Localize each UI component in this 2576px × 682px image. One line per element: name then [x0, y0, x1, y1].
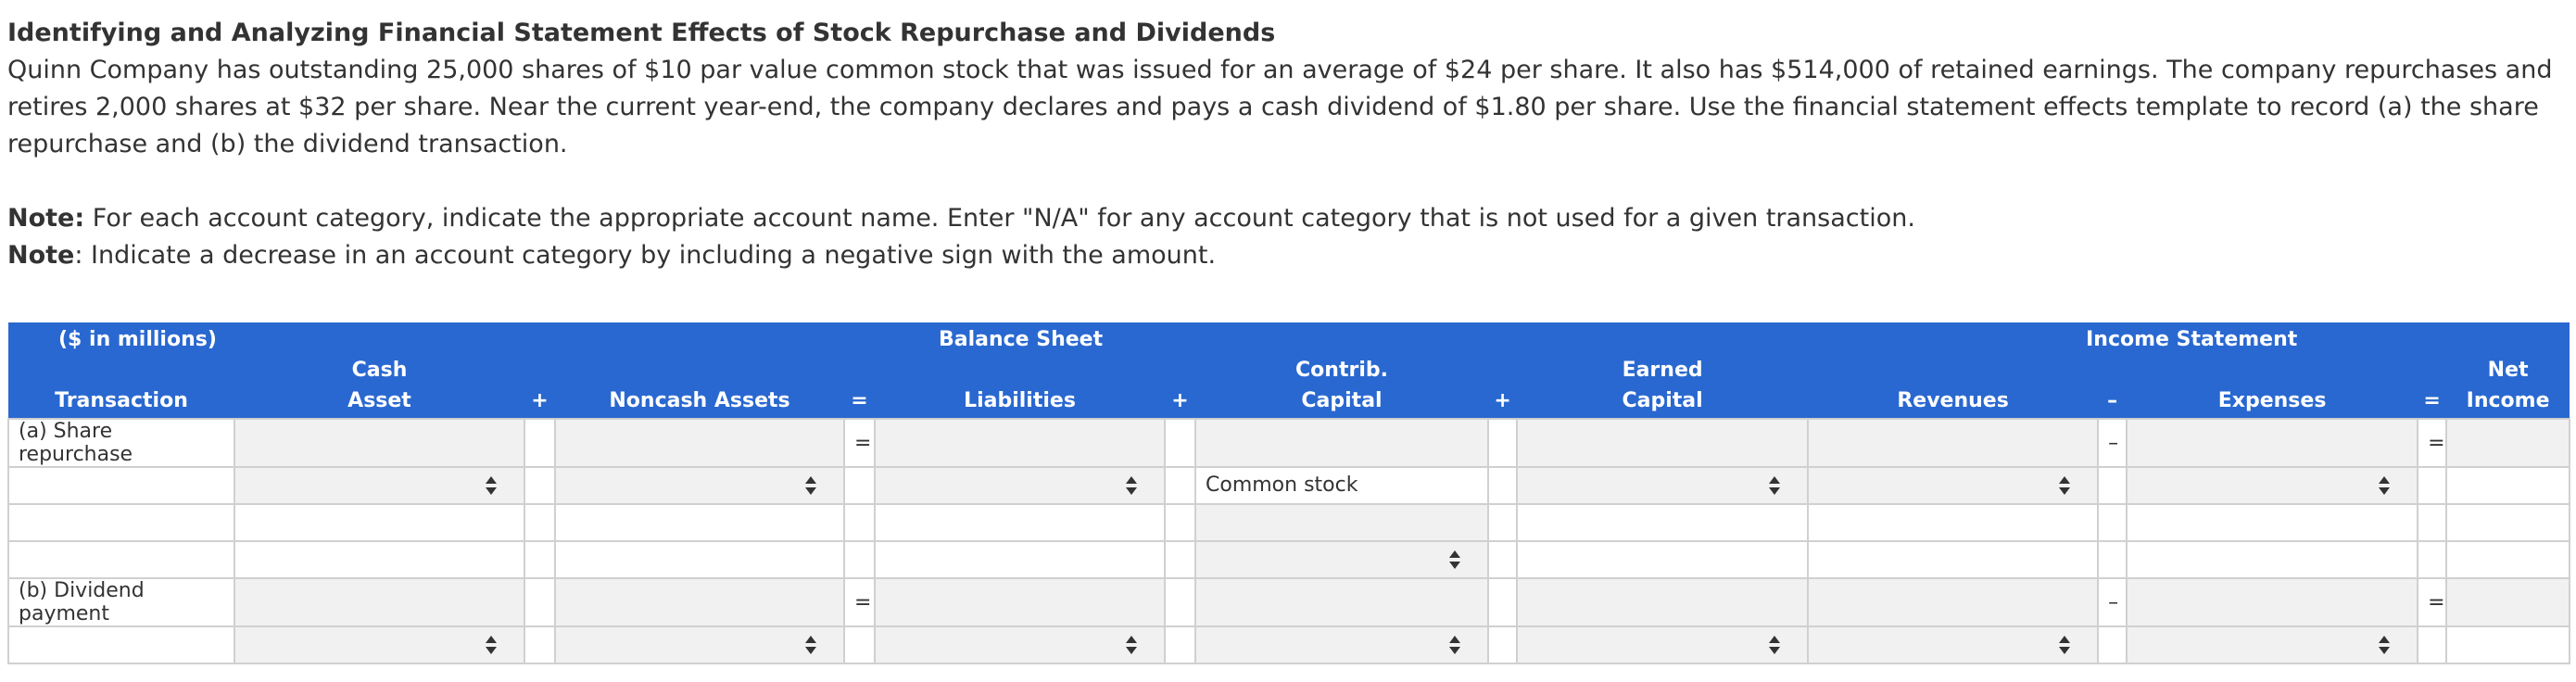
amount-input[interactable]	[1516, 577, 1810, 627]
col-net-income: Net Income	[2446, 355, 2570, 419]
op-plus: +	[1165, 355, 1195, 419]
units-label: ($ in millions)	[8, 322, 524, 355]
table-row	[7, 540, 2571, 579]
amount-input[interactable]	[874, 418, 1166, 468]
col-earned-capital: Earned Capital	[1517, 355, 1809, 419]
account-select[interactable]	[1807, 466, 2100, 505]
account-common-stock: Common stock	[1194, 466, 1489, 505]
account-select[interactable]	[1194, 540, 1489, 579]
op-equals: =	[2418, 355, 2447, 419]
select-arrows-icon	[2058, 636, 2071, 654]
select-arrows-icon	[485, 636, 498, 654]
select-arrows-icon	[1768, 636, 1781, 654]
table-row	[7, 503, 2571, 542]
table-row: Common stock	[7, 466, 2571, 505]
amount-input[interactable]	[874, 577, 1166, 627]
account-select[interactable]	[1516, 466, 1810, 505]
amount-input[interactable]	[2445, 418, 2571, 468]
account-select[interactable]	[2126, 625, 2419, 664]
op-plus: +	[524, 355, 555, 419]
col-expenses: Expenses	[2127, 355, 2418, 419]
account-select[interactable]	[1807, 625, 2100, 664]
amount-input[interactable]	[1807, 418, 2100, 468]
amount-input[interactable]	[1194, 503, 1489, 542]
account-select[interactable]	[1194, 625, 1489, 664]
amount-input[interactable]	[1516, 418, 1810, 468]
op-equals: =	[843, 577, 876, 627]
select-arrows-icon	[2378, 636, 2391, 654]
op-minus: –	[2097, 418, 2128, 468]
amount-input[interactable]	[2445, 577, 2571, 627]
select-arrows-icon	[1768, 476, 1781, 495]
amount-input[interactable]	[1807, 577, 2100, 627]
account-select[interactable]	[2126, 466, 2419, 505]
col-contrib-capital: Contrib. Capital	[1195, 355, 1488, 419]
balance-sheet-header: Balance Sheet	[524, 322, 1518, 355]
select-arrows-icon	[2378, 476, 2391, 495]
amount-input[interactable]	[554, 577, 845, 627]
col-transaction: Transaction	[8, 355, 234, 419]
col-noncash-assets: Noncash Assets	[555, 355, 844, 419]
op-equals: =	[2417, 577, 2448, 627]
note-label: Note	[7, 241, 75, 270]
note-text: For each account category, indicate the …	[84, 204, 1915, 233]
financial-statement-effects-template: ($ in millions) Balance Sheet Income Sta…	[7, 322, 2571, 664]
op-minus: –	[2098, 355, 2128, 419]
select-arrows-icon	[1125, 636, 1138, 654]
amount-input[interactable]	[554, 418, 845, 468]
note-text: : Indicate a decrease in an account cate…	[74, 241, 1217, 270]
note-account-names: Note: For each account category, indicat…	[7, 200, 2569, 237]
amount-input[interactable]	[234, 577, 525, 627]
select-arrows-icon	[485, 476, 498, 495]
header-row-top: ($ in millions) Balance Sheet Income Sta…	[8, 322, 2570, 355]
problem-title: Identifying and Analyzing Financial Stat…	[7, 19, 1276, 47]
header-row-columns: Transaction Cash Asset + Noncash Assets =…	[8, 355, 2570, 419]
op-equals: =	[2417, 418, 2448, 468]
amount-input[interactable]	[2126, 418, 2419, 468]
amount-input[interactable]	[1194, 418, 1489, 468]
note-label: Note:	[7, 204, 85, 233]
select-arrows-icon	[1448, 636, 1461, 654]
select-arrows-icon	[804, 476, 817, 495]
op-minus: –	[2097, 577, 2128, 627]
amount-input[interactable]	[2126, 577, 2419, 627]
table-row	[7, 625, 2571, 664]
account-select[interactable]	[234, 625, 525, 664]
note-negative-sign: Note: Indicate a decrease in an account …	[7, 237, 2569, 274]
account-select[interactable]	[874, 625, 1166, 664]
account-select[interactable]	[234, 466, 525, 505]
account-select[interactable]	[554, 466, 845, 505]
problem-statement: Identifying and Analyzing Financial Stat…	[7, 15, 2569, 274]
col-cash-asset: Cash Asset	[234, 355, 524, 419]
op-plus: +	[1488, 355, 1518, 419]
transaction-label-b: (b) Dividend payment	[7, 577, 235, 627]
op-equals: =	[844, 355, 875, 419]
table-row: (b) Dividend payment = – =	[7, 577, 2571, 627]
select-arrows-icon	[804, 636, 817, 654]
select-arrows-icon	[1125, 476, 1138, 495]
problem-body: Quinn Company has outstanding 25,000 sha…	[7, 56, 2553, 158]
transaction-label-a: (a) Share repurchase	[7, 418, 235, 468]
col-revenues: Revenues	[1808, 355, 2099, 419]
account-select[interactable]	[874, 466, 1166, 505]
select-arrows-icon	[1448, 550, 1461, 569]
table-row: (a) Share repurchase = – =	[7, 418, 2571, 468]
col-liabilities: Liabilities	[875, 355, 1165, 419]
income-statement-header: Income Statement	[1808, 322, 2570, 355]
account-select[interactable]	[554, 625, 845, 664]
account-select[interactable]	[1516, 625, 1810, 664]
select-arrows-icon	[2058, 476, 2071, 495]
amount-input[interactable]	[1194, 577, 1489, 627]
amount-input[interactable]	[234, 418, 525, 468]
op-equals: =	[843, 418, 876, 468]
